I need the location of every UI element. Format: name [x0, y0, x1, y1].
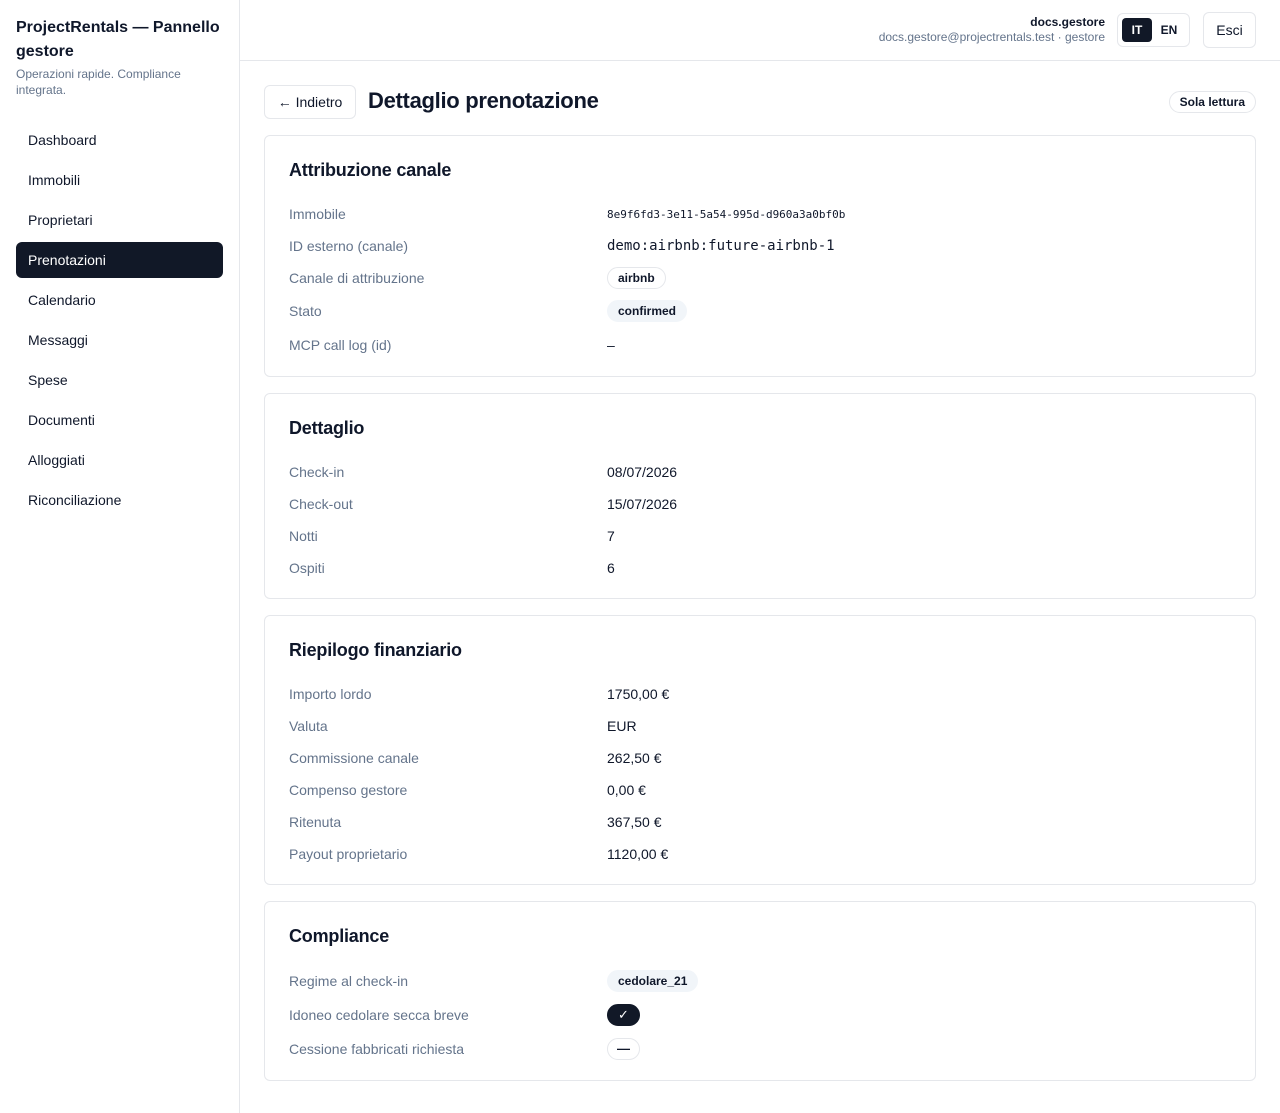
user-name: docs.gestore	[1030, 15, 1105, 29]
checkin-label: Check-in	[289, 464, 345, 480]
attribution-card: Attribuzione canale Immobile 8e9f6fd3-3e…	[264, 135, 1256, 377]
checkout-label: Check-out	[289, 496, 353, 512]
attribution-title: Attribuzione canale	[289, 160, 452, 180]
compliance-title: Compliance	[289, 926, 390, 946]
checkout-row: Check-out 15/07/2026	[289, 488, 1231, 520]
gross-value: 1750,00 €	[607, 686, 670, 702]
sidebar-item-riconciliazione[interactable]: Riconciliazione	[16, 482, 223, 518]
currency-value: EUR	[607, 718, 637, 734]
guests-value: 6	[607, 560, 615, 576]
readonly-badge: Sola lettura	[1168, 91, 1256, 113]
dash-icon: —	[607, 1038, 640, 1060]
external-id-row: ID esterno (canale) demo:airbnb:future-a…	[289, 230, 1231, 262]
page-header: ← Indietro Dettaglio prenotazione Sola l…	[264, 61, 1256, 135]
channel-fee-row: Commissione canale 262,50 €	[289, 742, 1231, 774]
sidebar-item-dashboard[interactable]: Dashboard	[16, 122, 223, 158]
user-email-role: docs.gestore@projectrentals.test · gesto…	[878, 30, 1105, 44]
back-button[interactable]: ← Indietro	[264, 85, 356, 119]
logout-button[interactable]: Esci	[1203, 12, 1256, 48]
sidebar-item-messaggi[interactable]: Messaggi	[16, 322, 223, 358]
withholding-value: 367,50 €	[607, 814, 662, 830]
checkin-value: 08/07/2026	[607, 464, 678, 480]
user-info: docs.gestore docs.gestore@projectrentals…	[879, 15, 1105, 45]
withholding-label: Ritenuta	[289, 814, 342, 830]
payout-row: Payout proprietario 1120,00 €	[289, 838, 1231, 870]
cession-label: Cessione fabbricati richiesta	[289, 1041, 465, 1057]
eligible-row: Idoneo cedolare secca breve ✓	[289, 998, 1231, 1032]
sidebar-item-calendario[interactable]: Calendario	[16, 282, 223, 318]
channel-label: Canale di attribuzione	[289, 270, 425, 286]
channel-fee-label: Commissione canale	[289, 750, 419, 766]
finance-card: Riepilogo finanziario Importo lordo 1750…	[264, 615, 1256, 885]
regime-label: Regime al check-in	[289, 973, 409, 989]
lang-en-button[interactable]: EN	[1154, 18, 1184, 42]
channel-badge: airbnb	[607, 267, 666, 289]
sidebar-item-prenotazioni[interactable]: Prenotazioni	[16, 242, 223, 278]
sidebar-item-proprietari[interactable]: Proprietari	[16, 202, 223, 238]
nights-value: 7	[607, 528, 615, 544]
status-label: Stato	[289, 303, 322, 319]
payout-label: Payout proprietario	[289, 846, 408, 862]
regime-badge: cedolare_21	[607, 970, 699, 992]
language-switcher: IT EN	[1117, 13, 1190, 47]
guests-row: Ospiti 6	[289, 552, 1231, 584]
page-title: Dettaglio prenotazione	[368, 88, 599, 113]
sidebar-item-immobili[interactable]: Immobili	[16, 162, 223, 198]
sidebar-nav: Dashboard Immobili Proprietari Prenotazi…	[16, 122, 223, 518]
manager-fee-value: 0,00 €	[607, 782, 646, 798]
nights-label: Notti	[289, 528, 318, 544]
app-subtitle: Operazioni rapide. Compliance integrata.	[16, 67, 181, 97]
detail-card: Dettaglio Check-in 08/07/2026 Check-out …	[264, 393, 1256, 599]
sidebar-item-spese[interactable]: Spese	[16, 362, 223, 398]
checkin-row: Check-in 08/07/2026	[289, 456, 1231, 488]
regime-row: Regime al check-in cedolare_21	[289, 964, 1231, 998]
channel-row: Canale di attribuzione airbnb	[289, 262, 1231, 294]
detail-title: Dettaglio	[289, 418, 365, 438]
external-id-label: ID esterno (canale)	[289, 238, 409, 254]
manager-fee-row: Compenso gestore 0,00 €	[289, 774, 1231, 806]
cession-row: Cessione fabbricati richiesta —	[289, 1032, 1231, 1066]
gross-row: Importo lordo 1750,00 €	[289, 678, 1231, 710]
manager-fee-label: Compenso gestore	[289, 782, 408, 798]
status-row: Stato confirmed	[289, 294, 1231, 328]
mcp-label: MCP call log (id)	[289, 337, 392, 353]
property-row: Immobile 8e9f6fd3-3e11-5a54-995d-d960a3a…	[289, 198, 1231, 230]
guests-label: Ospiti	[289, 560, 325, 576]
property-value: 8e9f6fd3-3e11-5a54-995d-d960a3a0bf0b	[607, 207, 846, 221]
currency-row: Valuta EUR	[289, 710, 1231, 742]
checkout-value: 15/07/2026	[607, 496, 678, 512]
eligible-label: Idoneo cedolare secca breve	[289, 1007, 469, 1023]
payout-value: 1120,00 €	[607, 846, 669, 862]
main-content: ← Indietro Dettaglio prenotazione Sola l…	[264, 61, 1256, 1097]
channel-fee-value: 262,50 €	[607, 750, 662, 766]
nights-row: Notti 7	[289, 520, 1231, 552]
withholding-row: Ritenuta 367,50 €	[289, 806, 1231, 838]
sidebar-item-documenti[interactable]: Documenti	[16, 402, 223, 438]
currency-label: Valuta	[289, 718, 328, 734]
sidebar: ProjectRentals — Pannello gestore Operaz…	[0, 0, 240, 1113]
property-label: Immobile	[289, 206, 346, 222]
app-title: ProjectRentals — Pannello gestore	[16, 19, 220, 60]
gross-label: Importo lordo	[289, 686, 372, 702]
lang-it-button[interactable]: IT	[1122, 18, 1152, 42]
status-badge: confirmed	[607, 300, 688, 322]
mcp-value: –	[607, 337, 615, 353]
external-id-value: demo:airbnb:future-airbnb-1	[607, 238, 835, 254]
check-icon: ✓	[607, 1004, 640, 1026]
topbar: docs.gestore docs.gestore@projectrentals…	[240, 0, 1280, 61]
sidebar-item-alloggiati[interactable]: Alloggiati	[16, 442, 223, 478]
mcp-row: MCP call log (id) –	[289, 328, 1231, 362]
finance-title: Riepilogo finanziario	[289, 640, 462, 660]
compliance-card: Compliance Regime al check-in cedolare_2…	[264, 901, 1256, 1081]
